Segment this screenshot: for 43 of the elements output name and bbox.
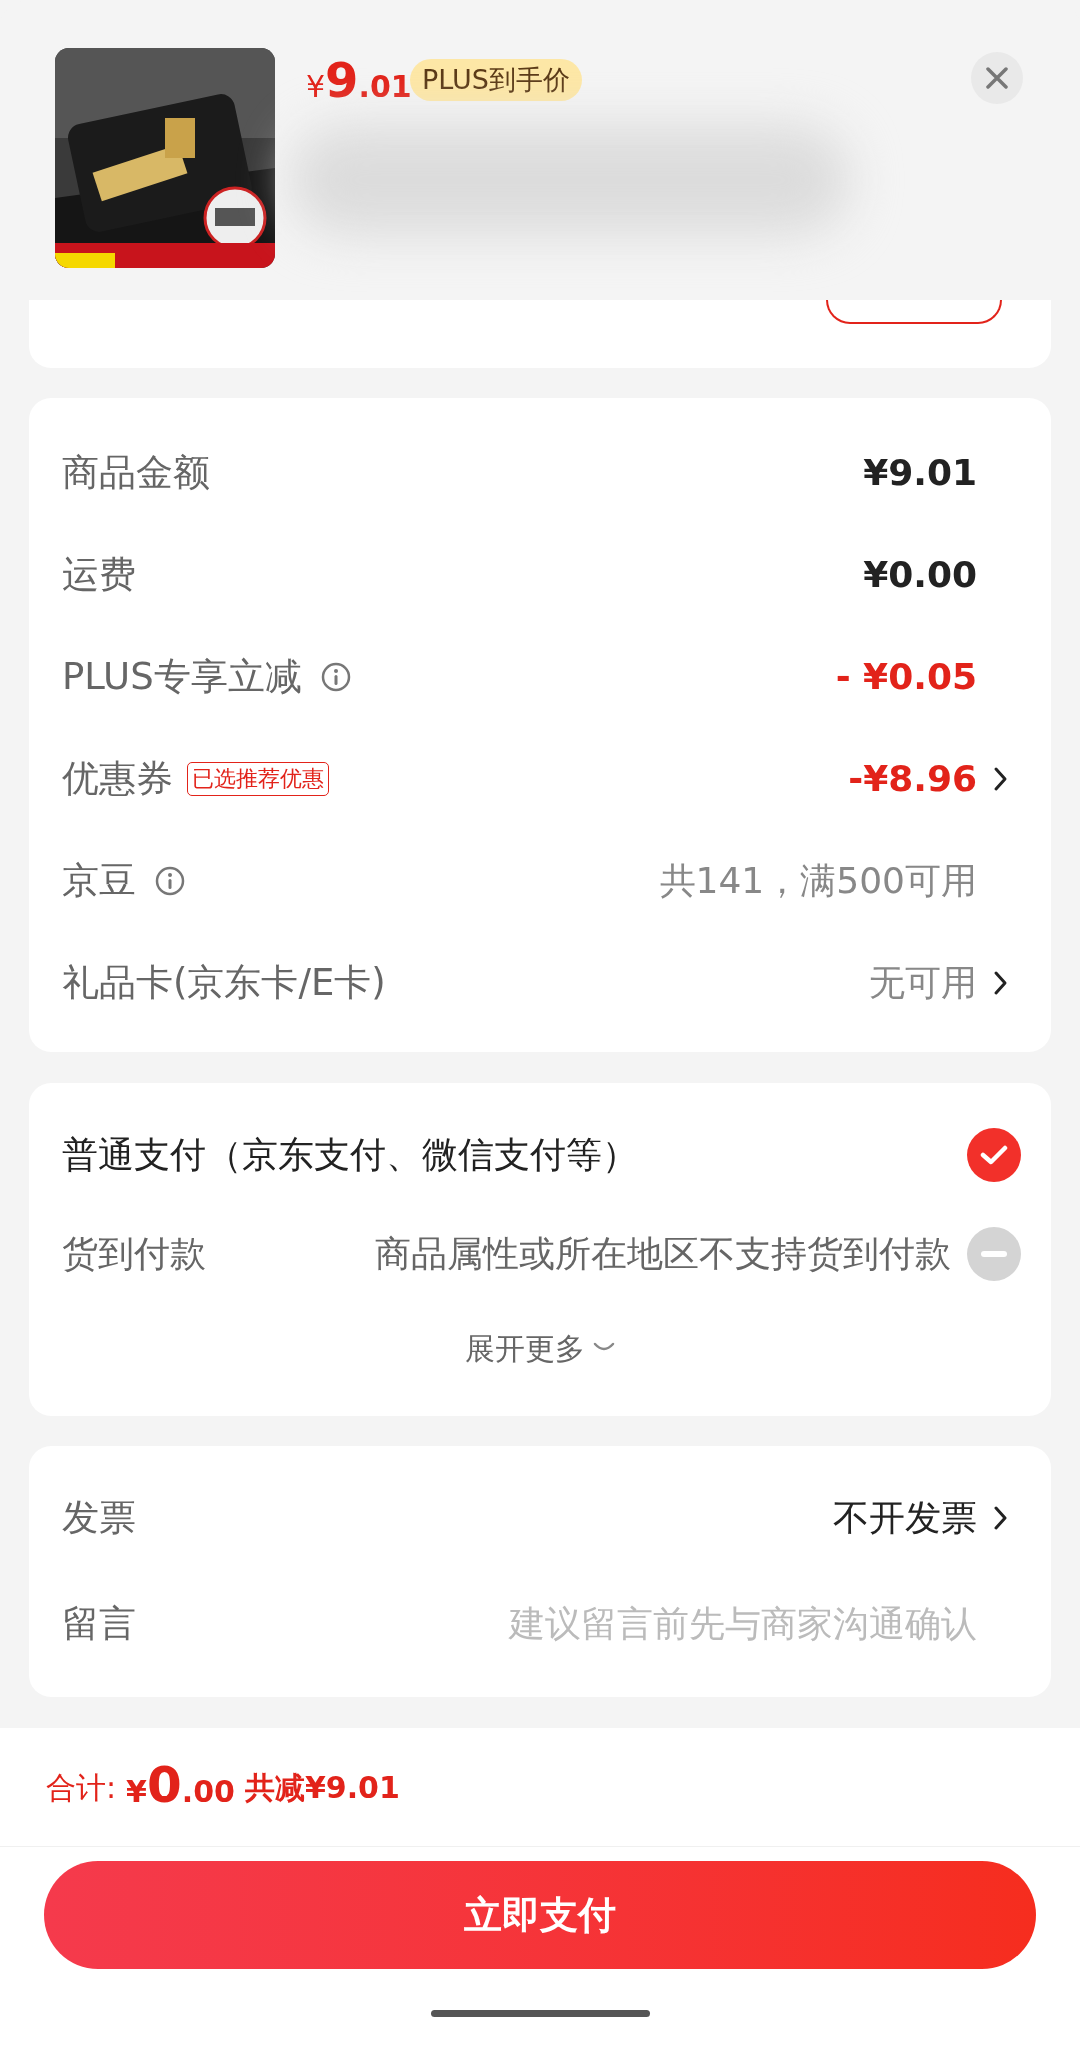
row-value: - ¥0.05 [835, 655, 977, 699]
partial-button[interactable] [826, 300, 1002, 324]
price-tag: PLUS到手价 [410, 59, 582, 101]
currency-symbol: ¥ [126, 1774, 147, 1811]
total-integer: 0 [147, 1760, 182, 1810]
row-value: ¥9.01 [863, 451, 977, 495]
unavailable-note: 商品属性或所在地区不支持货到付款 [375, 1231, 951, 1276]
price-integer: 9 [325, 56, 359, 104]
close-icon [986, 67, 1008, 89]
row-label: 优惠券 [62, 756, 173, 803]
row-value: ¥0.00 [863, 553, 977, 597]
pay-button[interactable]: 立即支付 [44, 1861, 1036, 1969]
row-value: 无可用 [869, 961, 977, 1005]
total-label: 合计: [46, 1768, 117, 1807]
check-icon [980, 1143, 1008, 1166]
chevron-icon[interactable] [993, 766, 1009, 792]
minus-icon [981, 1250, 1007, 1257]
row-label: 商品金额 [62, 450, 210, 497]
row-value: -¥8.96 [848, 757, 977, 801]
row-label: PLUS专享立减 [62, 654, 302, 701]
info-icon[interactable] [319, 661, 352, 693]
radio-button[interactable] [967, 1226, 1021, 1281]
radio-button[interactable] [967, 1127, 1021, 1182]
info-icon[interactable] [154, 865, 186, 897]
label-tag: 已选推荐优惠 [187, 762, 329, 796]
expand-more-link[interactable]: 展开更多 [465, 1325, 615, 1371]
currency-symbol: ¥ [306, 68, 326, 106]
row-label: 留言 [62, 1601, 136, 1648]
row-label: 礼品卡(京东卡/E卡) [62, 960, 386, 1007]
chevron-icon[interactable] [993, 1505, 1009, 1531]
message-input[interactable]: 建议留言前先与商家沟通确认 [156, 1597, 977, 1651]
row-value[interactable]: 不开发票 [833, 1491, 977, 1545]
total-decimal: .00 [181, 1773, 235, 1811]
payment-option[interactable]: 普通支付（京东支付、微信支付等） [62, 1127, 638, 1182]
chevron-icon[interactable] [993, 970, 1009, 996]
close-button[interactable] [971, 52, 1023, 104]
row-value: 共141，满500可用 [659, 859, 977, 903]
total-saved: 共减¥9.01 [244, 1768, 400, 1807]
payment-option[interactable]: 货到付款 [62, 1226, 206, 1281]
row-label: 运费 [62, 552, 136, 599]
price-decimal: .01 [358, 68, 412, 106]
row-label: 京豆 [62, 858, 136, 905]
row-label: 发票 [62, 1495, 136, 1542]
